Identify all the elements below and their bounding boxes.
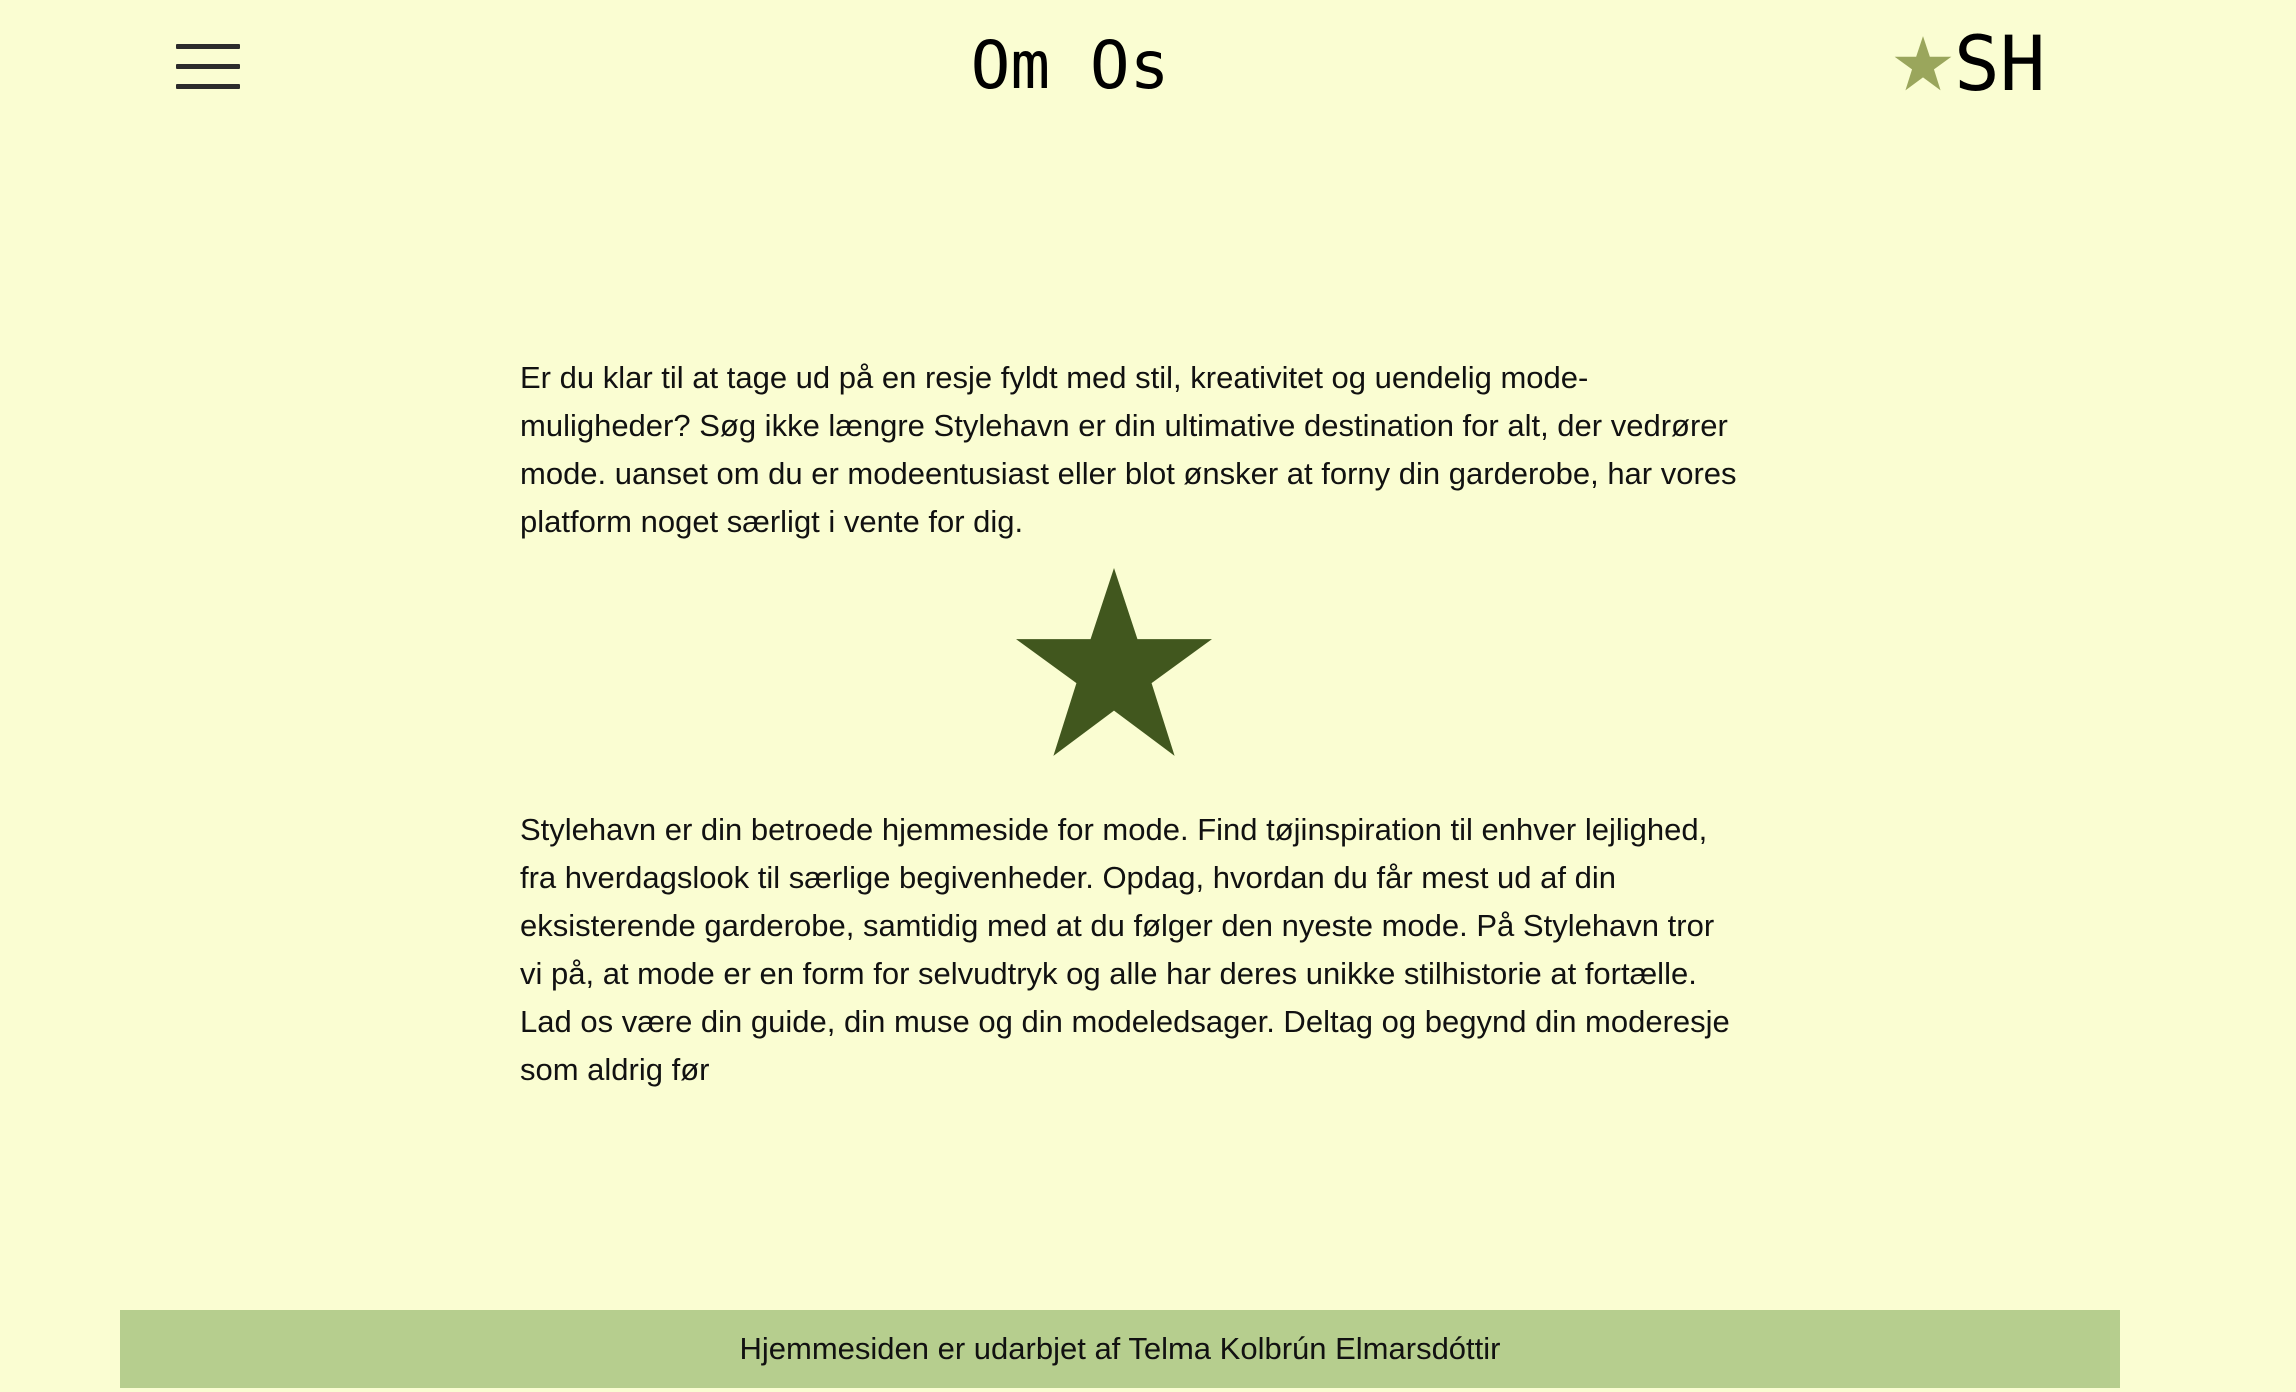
page-title: Om Os [970, 27, 1170, 104]
footer: Hjemmesiden er udarbjet af Telma Kolbrún… [120, 1310, 2120, 1388]
logo-text: SH [1954, 19, 2046, 108]
footer-credit: Hjemmesiden er udarbjet af Telma Kolbrún… [739, 1331, 1501, 1366]
intro-section: Er du klar til at tage ud på en resje fy… [520, 354, 1740, 546]
star-icon [1016, 568, 1212, 756]
intro-paragraph: Er du klar til at tage ud på en resje fy… [520, 360, 1737, 539]
about-section: Stylehavn er din betroede hjemmeside for… [520, 806, 1740, 1094]
about-paragraph: Stylehavn er din betroede hjemmeside for… [520, 812, 1730, 1087]
star-icon [1894, 36, 1952, 91]
site-logo[interactable]: SH [1894, 22, 2046, 106]
